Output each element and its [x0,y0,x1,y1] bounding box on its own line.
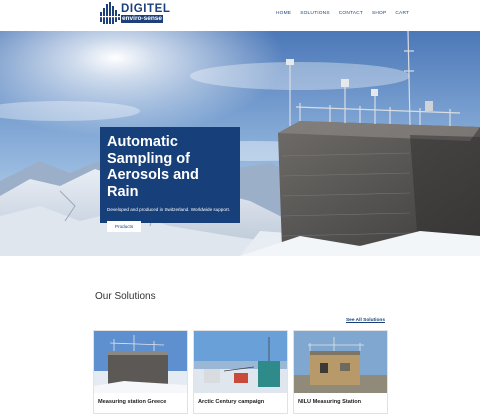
hero-image [0,31,480,256]
hero-subtitle: Developed and produced in Switzerland. W… [107,207,230,212]
logo[interactable]: DIGITEL enviro-sense [99,2,171,28]
logo-wordmark: DIGITEL [121,3,171,15]
main-nav: HOME SOLUTIONS CONTACT SHOP CART [276,11,409,16]
card-image [194,331,287,393]
nav-shop[interactable]: SHOP [372,11,386,16]
nav-cart[interactable]: CART [395,11,409,16]
nav-contact[interactable]: CONTACT [339,11,363,16]
card-caption: NILU Measuring Station [298,399,362,405]
hero-banner: Automatic Sampling of Aerosols and Rain … [0,31,480,256]
logo-icon [99,2,121,24]
card-image [94,331,187,393]
hero-callout: Automatic Sampling of Aerosols and Rain … [100,127,240,232]
solution-card-greece[interactable]: Measuring station Greece [93,330,188,414]
card-image [294,331,387,393]
solutions-heading: Our Solutions [95,291,156,302]
logo-tagline: enviro-sense [121,15,163,23]
see-all-solutions-link[interactable]: See All Solutions [346,318,385,323]
products-button[interactable]: Products [107,221,142,232]
hero-title: Automatic Sampling of Aerosols and Rain [107,134,199,200]
nav-home[interactable]: HOME [276,11,291,16]
card-caption: Arctic Century campaign [198,399,265,405]
solution-card-nilu[interactable]: NILU Measuring Station [293,330,388,414]
site-header: DIGITEL enviro-sense HOME SOLUTIONS CONT… [0,0,480,30]
solution-card-arctic[interactable]: Arctic Century campaign [193,330,288,414]
nav-solutions[interactable]: SOLUTIONS [300,11,330,16]
card-caption: Measuring station Greece [98,399,167,405]
